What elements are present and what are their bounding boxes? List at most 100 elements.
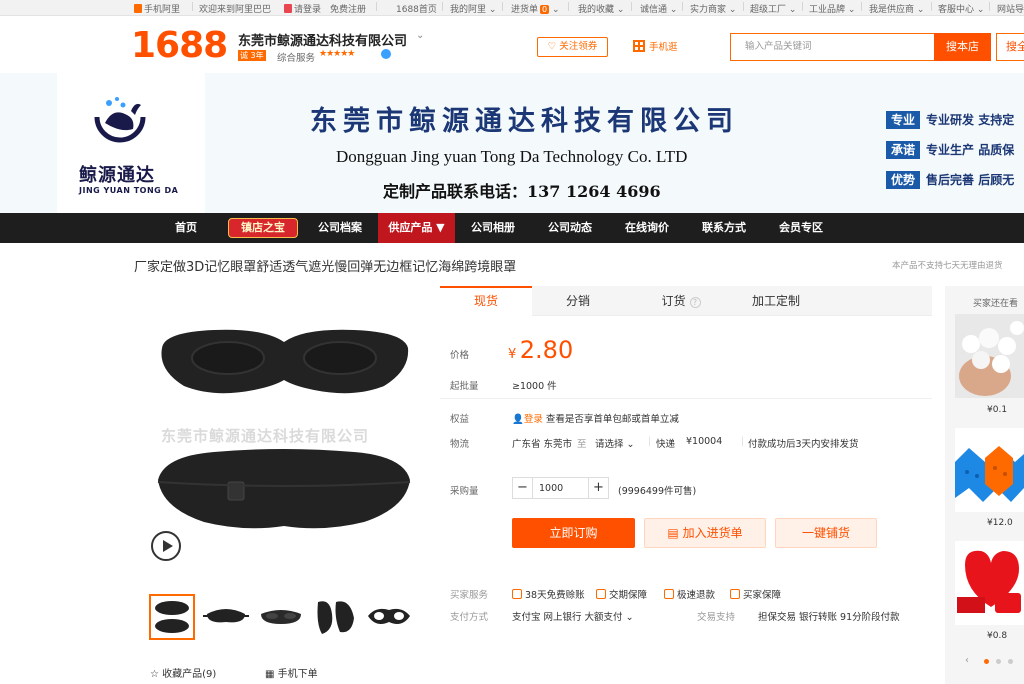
tab-distribution[interactable]: 分销 bbox=[532, 286, 624, 316]
mobile-browse-link[interactable]: 手机逛 bbox=[633, 39, 678, 53]
service-center-link[interactable]: 客服中心 ⌄ bbox=[938, 2, 984, 15]
favorites-link[interactable]: 我的收藏 ⌄ bbox=[578, 2, 624, 15]
to-label: 至 bbox=[577, 439, 587, 450]
payment-label: 支付方式 bbox=[450, 612, 489, 623]
thumbnail-5[interactable] bbox=[366, 594, 412, 640]
return-note: 本产品不支持七天无理由退货 bbox=[892, 261, 1003, 271]
phone-icon bbox=[134, 4, 142, 13]
origin-value: 广东省 东莞市 bbox=[512, 439, 573, 450]
service-protection[interactable]: 买家保障 bbox=[730, 587, 781, 601]
quantity-minus-button[interactable]: − bbox=[513, 478, 533, 498]
follow-coupon-button[interactable]: ♡ 关注领券 bbox=[537, 37, 608, 57]
rail-prev-button[interactable]: ‹ bbox=[965, 655, 969, 666]
quantity-plus-button[interactable]: + bbox=[588, 478, 608, 498]
rail-page-dot[interactable] bbox=[996, 659, 1001, 664]
banner-feature: 专业 专业研发 支持定 bbox=[886, 111, 1014, 129]
brand-logo: 鲸源通达 JING YUAN TONG DA bbox=[57, 73, 205, 213]
login-link[interactable]: 👤登录 bbox=[512, 414, 543, 425]
cart-icon: ▤ bbox=[667, 526, 679, 540]
industrial-brand-link[interactable]: 工业品牌 ⌄ bbox=[809, 2, 855, 15]
nav-members[interactable]: 会员专区 bbox=[769, 213, 833, 243]
rating-stars: ★★★★★ bbox=[319, 49, 355, 59]
thumbnail-2[interactable] bbox=[203, 594, 249, 640]
banner-feature: 承诺 专业生产 品质保 bbox=[886, 141, 1014, 159]
mobile-ali-link[interactable]: 手机阿里 bbox=[134, 2, 180, 15]
search-all-button[interactable]: 搜全 bbox=[996, 33, 1024, 61]
thumbnail-4[interactable] bbox=[312, 594, 358, 640]
welcome-text: 欢迎来到阿里巴巴 bbox=[199, 5, 272, 15]
trade-support-label: 交易支持 bbox=[697, 612, 736, 623]
help-icon[interactable]: ? bbox=[689, 297, 701, 308]
add-to-cart-button[interactable]: ▤ 加入进货单 bbox=[644, 518, 766, 548]
play-video-icon[interactable] bbox=[151, 531, 181, 561]
refund-icon bbox=[664, 589, 674, 599]
nav-treasure[interactable]: 镇店之宝 bbox=[228, 218, 298, 238]
search-input[interactable]: 输入产品关键词 bbox=[730, 33, 934, 61]
quantity-stepper: − 1000 + bbox=[512, 477, 609, 499]
register-link[interactable]: 免费注册 bbox=[330, 2, 366, 15]
credit-icon bbox=[512, 589, 522, 599]
quantity-label: 采购量 bbox=[450, 486, 479, 497]
logo-text-cn: 鲸源通达 bbox=[79, 165, 155, 186]
nav-contact[interactable]: 联系方式 bbox=[692, 213, 756, 243]
rail-page-dot[interactable] bbox=[1008, 659, 1013, 664]
shop-banner: 鲸源通达 JING YUAN TONG DA 东莞市鲸源通达科技有限公司 Don… bbox=[0, 73, 1024, 213]
one-click-distribute-button[interactable]: 一键铺货 bbox=[775, 518, 877, 548]
company-name[interactable]: 东莞市鲸源通达科技有限公司 bbox=[238, 30, 407, 49]
nav-company-profile[interactable]: 公司档案 bbox=[308, 213, 372, 243]
shield-icon bbox=[730, 589, 740, 599]
nav-home[interactable]: 首页 bbox=[165, 213, 207, 243]
nav-products[interactable]: 供应产品 ▼ bbox=[378, 213, 455, 243]
nav-news[interactable]: 公司动态 bbox=[538, 213, 602, 243]
whale-logo-icon bbox=[94, 97, 146, 143]
recommend-item-1-price: ¥0.1 bbox=[987, 405, 1008, 415]
recommend-item-2-image[interactable] bbox=[955, 428, 1024, 512]
qrcode-icon: ▦ bbox=[265, 669, 275, 680]
years-badge: 诚 3年 bbox=[238, 50, 266, 61]
favorite-product-button[interactable]: ☆ 收藏产品(9) bbox=[150, 665, 216, 680]
nav-inquiry[interactable]: 在线询价 bbox=[615, 213, 679, 243]
chevron-down-icon[interactable]: ⌄ bbox=[416, 30, 424, 41]
destination-select[interactable]: 请选择 ⌄ bbox=[595, 436, 635, 450]
service-credit[interactable]: 38天免费赊账 bbox=[512, 587, 585, 601]
product-title: 厂家定做3D记忆眼罩舒适透气遮光慢回弹无边框记忆海绵跨境眼罩 bbox=[134, 260, 517, 275]
search-store-button[interactable]: 搜本店 bbox=[934, 33, 991, 61]
logistics-label: 物流 bbox=[450, 439, 470, 450]
purchase-tabs: 现货 分销 订货? 加工定制 bbox=[440, 286, 932, 316]
tab-in-stock[interactable]: 现货 bbox=[440, 286, 532, 316]
rail-page-dot[interactable] bbox=[984, 659, 989, 664]
price-label: 价格 bbox=[450, 350, 470, 361]
cart-count-badge: 0 bbox=[540, 5, 550, 14]
tab-order[interactable]: 订货? bbox=[635, 286, 727, 316]
clock-icon bbox=[596, 589, 606, 599]
home-link[interactable]: 1688首页 bbox=[396, 2, 437, 15]
service-refund[interactable]: 极速退款 bbox=[664, 587, 715, 601]
thumbnail-1[interactable] bbox=[149, 594, 195, 640]
recommend-item-1-image[interactable] bbox=[955, 314, 1024, 398]
chengxintong-link[interactable]: 诚信通 ⌄ bbox=[640, 2, 677, 15]
mobile-order-button[interactable]: ▦ 手机下单 bbox=[265, 665, 318, 680]
strong-merchant-link[interactable]: 实力商家 ⌄ bbox=[690, 2, 736, 15]
buyer-service-label: 买家服务 bbox=[450, 590, 489, 601]
tab-custom[interactable]: 加工定制 bbox=[730, 286, 822, 316]
service-delivery[interactable]: 交期保障 bbox=[596, 587, 647, 601]
supplier-link[interactable]: 我是供应商 ⌄ bbox=[869, 2, 924, 15]
ship-note: 付款成功后3天内安排发货 bbox=[748, 439, 859, 450]
nav-album[interactable]: 公司相册 bbox=[461, 213, 525, 243]
rail-title: 买家还在看 bbox=[973, 299, 1019, 309]
banner-subtitle: Dongguan Jing yuan Tong Da Technology Co… bbox=[336, 147, 688, 166]
super-factory-link[interactable]: 超级工厂 ⌄ bbox=[750, 2, 796, 15]
banner-phone: 定制产品联系电话：137 1264 4696 bbox=[383, 182, 661, 201]
site-logo[interactable]: 1688 bbox=[131, 25, 228, 66]
quantity-input[interactable]: 1000 bbox=[539, 483, 563, 494]
express-label: 快递 bbox=[656, 439, 676, 450]
login-link[interactable]: 请登录 bbox=[284, 2, 321, 15]
thumbnail-3[interactable] bbox=[258, 594, 304, 640]
purchase-list-link[interactable]: 进货单 0 ⌄ bbox=[511, 2, 560, 15]
my-ali-link[interactable]: 我的阿里 ⌄ bbox=[450, 2, 496, 15]
buy-now-button[interactable]: 立即订购 bbox=[512, 518, 635, 548]
verified-icon bbox=[381, 49, 391, 59]
divider bbox=[440, 398, 932, 399]
site-nav-link[interactable]: 网站导航 bbox=[997, 2, 1024, 15]
recommend-item-3-image[interactable] bbox=[955, 541, 1024, 625]
